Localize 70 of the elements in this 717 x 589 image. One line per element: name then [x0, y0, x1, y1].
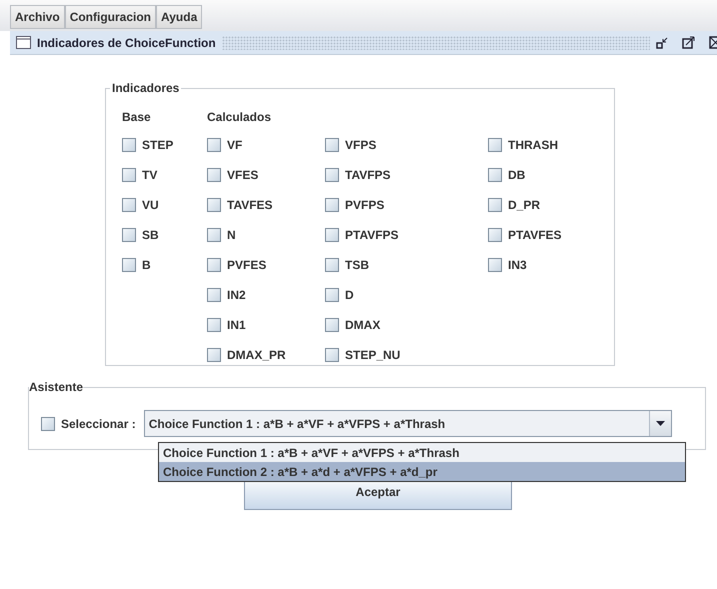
panel-title: Indicadores: [111, 80, 180, 97]
window-title: Indicadores de ChoiceFunction: [37, 34, 216, 52]
indicator-label: IN2: [227, 287, 246, 304]
checkbox[interactable]: [325, 258, 339, 272]
window-icon: [16, 36, 31, 49]
checkbox[interactable]: [488, 168, 502, 182]
indicator-label: DMAX: [345, 317, 380, 334]
checkbox[interactable]: [207, 318, 221, 332]
indicator-label: D_PR: [508, 197, 540, 214]
indicator-label: PTAVFPS: [345, 227, 399, 244]
indicator-label: TAVFPS: [345, 167, 391, 184]
indicator-label: TAVFES: [227, 197, 273, 214]
checkbox[interactable]: [207, 168, 221, 182]
checkbox[interactable]: [207, 258, 221, 272]
dropdown-caret-icon[interactable]: [656, 421, 665, 426]
dropdown-option[interactable]: Choice Function 2 : a*B + a*d + a*VFPS + a*d_pr: [159, 462, 685, 481]
panel-title: Asistente: [29, 379, 84, 396]
indicator-label: TV: [142, 167, 158, 184]
close-icon[interactable]: [709, 36, 717, 49]
indicator-label: PVFES: [227, 257, 266, 274]
indicator-label: B: [142, 257, 151, 274]
indicator-label: IN1: [227, 317, 246, 334]
column-heading: Calculados: [207, 109, 272, 126]
indicator-label: STEP: [142, 137, 174, 154]
checkbox[interactable]: [325, 168, 339, 182]
checkbox[interactable]: [207, 228, 221, 242]
indicator-label: VFPS: [345, 137, 376, 154]
indicator-label: IN3: [508, 257, 527, 274]
indicator-label: THRASH: [508, 137, 558, 154]
indicator-label: VFES: [227, 167, 258, 184]
checkbox[interactable]: [122, 138, 136, 152]
checkbox[interactable]: [122, 228, 136, 242]
indicator-label: SB: [142, 227, 159, 244]
checkbox[interactable]: [325, 348, 339, 362]
checkbox[interactable]: [325, 288, 339, 302]
menu-item[interactable]: Configuracion: [64, 5, 156, 29]
checkbox[interactable]: [207, 288, 221, 302]
checkbox[interactable]: [325, 318, 339, 332]
indicator-label: N: [227, 227, 236, 244]
checkbox[interactable]: [207, 348, 221, 362]
indicator-label: STEP_NU: [345, 347, 400, 364]
checkbox[interactable]: [488, 258, 502, 272]
checkbox[interactable]: [207, 138, 221, 152]
checkbox[interactable]: [207, 198, 221, 212]
combo-value: Choice Function 1 : a*B + a*VF + a*VFPS + a*Thrash: [148, 416, 446, 432]
indicator-label: VF: [227, 137, 242, 154]
indicator-label: DMAX_PR: [227, 347, 286, 364]
column-heading: Base: [122, 109, 152, 126]
checkbox[interactable]: [41, 416, 55, 430]
choice-combo-box[interactable]: Choice Function 1 : a*B + a*VF + a*VFPS + a*Thrash: [144, 410, 672, 437]
indicator-label: D: [345, 287, 354, 304]
maximize-icon[interactable]: [682, 36, 695, 49]
checkbox[interactable]: [325, 138, 339, 152]
indicator-label: PVFPS: [345, 197, 384, 214]
checkbox[interactable]: [122, 258, 136, 272]
checkbox[interactable]: [488, 228, 502, 242]
indicator-label: DB: [508, 167, 526, 184]
minimize-icon[interactable]: [656, 36, 668, 48]
indicator-label: VU: [142, 197, 159, 214]
select-label: Seleccionar :: [61, 416, 136, 432]
checkbox[interactable]: [488, 198, 502, 212]
checkbox[interactable]: [122, 168, 136, 182]
checkbox[interactable]: [325, 228, 339, 242]
checkbox[interactable]: [488, 138, 502, 152]
indicator-label: TSB: [345, 257, 369, 274]
checkbox[interactable]: [325, 198, 339, 212]
indicator-label: PTAVFES: [508, 227, 562, 244]
menu-item[interactable]: Ayuda: [156, 5, 202, 29]
checkbox[interactable]: [122, 198, 136, 212]
menu-item[interactable]: Archivo: [10, 5, 65, 29]
